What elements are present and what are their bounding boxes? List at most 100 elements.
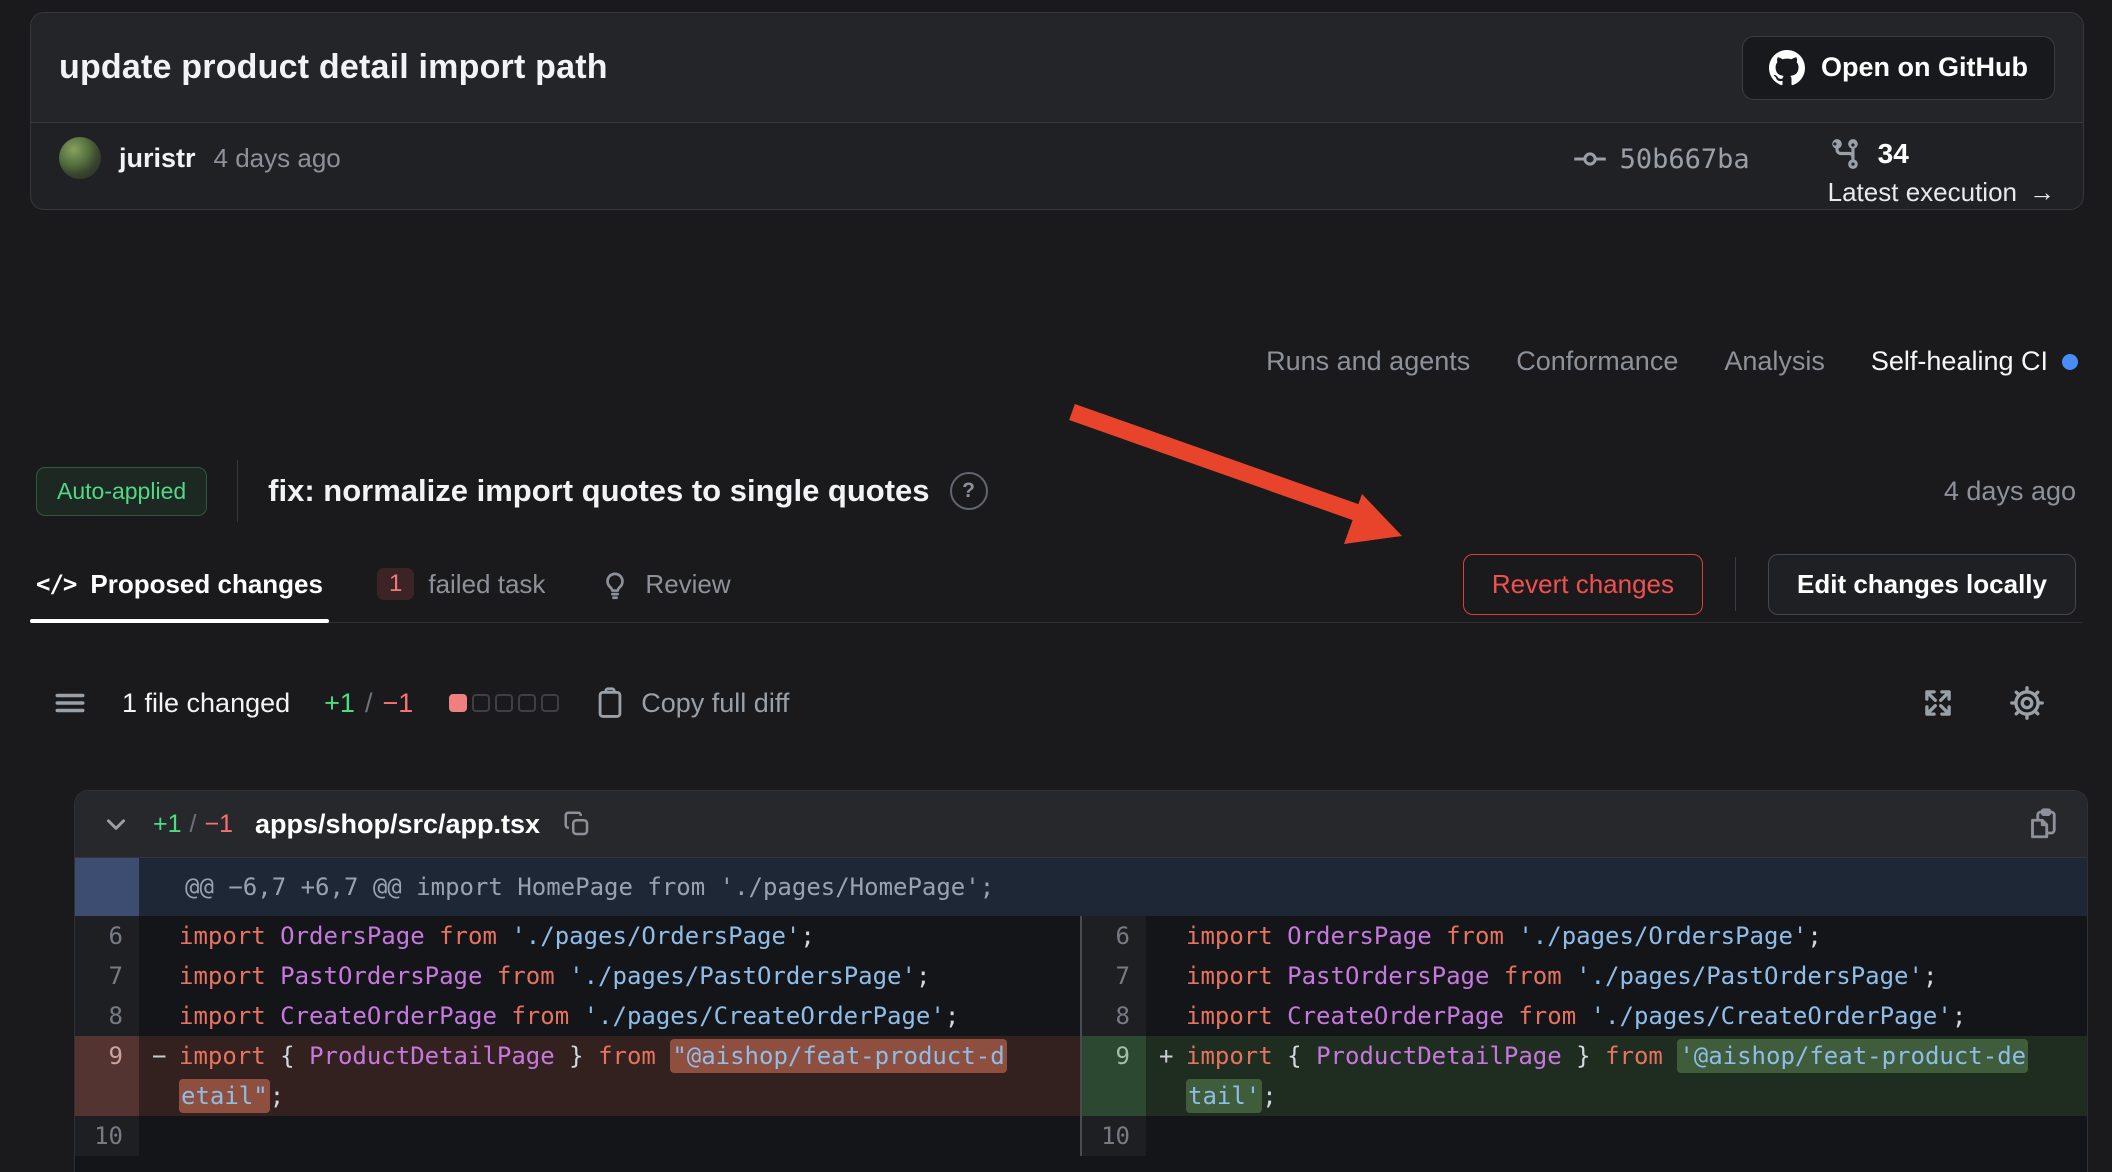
code-row: import { ProductDetailPage } from '@aish… xyxy=(1186,1036,2063,1076)
code-row xyxy=(179,1116,1056,1156)
diff-cell-ctx: 7import PastOrdersPage from './pages/Pas… xyxy=(75,956,1080,996)
hunk-header: @@ −6,7 +6,7 @@ import HomePage from './… xyxy=(75,858,2087,916)
code-token: from xyxy=(511,1002,583,1030)
commit-hash-link[interactable]: 50b667ba xyxy=(1572,141,1750,177)
code-token: import xyxy=(179,1042,280,1070)
line-number: 8 xyxy=(1082,996,1146,1036)
code-token: ; xyxy=(1952,1002,1966,1030)
tab-proposed-changes[interactable]: </> Proposed changes xyxy=(36,546,323,622)
commit-card-body: juristr 4 days ago 50b667ba 34 Latest ex… xyxy=(31,123,2083,208)
file-header: +1 / −1 apps/shop/src/app.tsx xyxy=(75,791,2087,858)
line-number: 10 xyxy=(75,1116,139,1156)
nav-item-conformance[interactable]: Conformance xyxy=(1516,346,1678,377)
code-row: import { ProductDetailPage } from "@aish… xyxy=(179,1036,1056,1076)
copy-full-diff-label: Copy full diff xyxy=(641,688,789,719)
diff-lines: 6 import OrdersPage from './pages/OrdersP… xyxy=(75,916,2087,1156)
line-number: 10 xyxy=(1082,1116,1146,1156)
arrow-right-icon: → xyxy=(2029,177,2055,208)
diff-ratio-squares xyxy=(449,694,559,712)
fix-time: 4 days ago xyxy=(1944,476,2076,507)
file-additions: +1 xyxy=(153,810,182,839)
code-token: { xyxy=(1287,1042,1316,1070)
code-token: } xyxy=(555,1042,598,1070)
nav-item-self-healing-ci[interactable]: Self-healing CI xyxy=(1871,346,2078,377)
code-token: './pages/PastOrdersPage' xyxy=(569,962,916,990)
code-line: −import { ProductDetailPage } from "@ais… xyxy=(139,1036,1080,1116)
code-token: PastOrdersPage xyxy=(1287,962,1504,990)
tab-failed-task-label: failed task xyxy=(428,569,545,600)
code-token: CreateOrderPage xyxy=(1287,1002,1518,1030)
diff-sign: − xyxy=(152,1036,166,1076)
latest-execution-link[interactable]: Latest execution → xyxy=(1828,177,2055,208)
code-token: './pages/OrdersPage' xyxy=(511,922,800,950)
code-token: './pages/OrdersPage' xyxy=(1518,922,1807,950)
diff-cell-ctx: 6import OrdersPage from './pages/OrdersP… xyxy=(75,916,1080,956)
code-token: ProductDetailPage xyxy=(1316,1042,1562,1070)
line-number: 9 xyxy=(75,1036,139,1116)
chevron-down-icon[interactable] xyxy=(101,809,131,839)
diff-line: 9−import { ProductDetailPage } from "@ai… xyxy=(75,1036,2087,1116)
code-token: from xyxy=(1504,962,1576,990)
ratio-square-empty xyxy=(472,694,490,712)
tab-review-label: Review xyxy=(645,569,730,600)
code-token: import xyxy=(179,922,280,950)
clipboard-paste-icon[interactable] xyxy=(2025,806,2061,842)
file-diff-counts: +1 / −1 xyxy=(153,810,233,839)
code-line: import PastOrdersPage from './pages/Past… xyxy=(139,956,1080,996)
code-token: import xyxy=(1186,1002,1287,1030)
code-token: from xyxy=(497,962,569,990)
nav-item-label: Runs and agents xyxy=(1266,346,1470,377)
code-row: import OrdersPage from './pages/OrdersPa… xyxy=(1186,916,2063,956)
nav-item-runs-and-agents[interactable]: Runs and agents xyxy=(1266,346,1470,377)
tabs-row: </> Proposed changes 1 failed task Revie… xyxy=(30,546,2082,623)
code-token: ; xyxy=(270,1082,284,1110)
nav-item-analysis[interactable]: Analysis xyxy=(1724,346,1825,377)
open-on-github-button[interactable]: Open on GitHub xyxy=(1742,36,2055,100)
gear-icon[interactable] xyxy=(2008,684,2046,722)
clipboard-icon xyxy=(593,686,627,720)
code-token: ; xyxy=(1262,1082,1276,1110)
changed-token: '@aishop/feat-product-de xyxy=(1677,1039,2028,1073)
copy-full-diff-button[interactable]: Copy full diff xyxy=(593,686,789,720)
divider xyxy=(1735,557,1736,611)
code-line: import OrdersPage from './pages/OrdersPa… xyxy=(1146,916,2087,956)
code-token: ; xyxy=(945,1002,959,1030)
separator: / xyxy=(365,688,373,719)
execution-count: 34 xyxy=(1878,138,1909,170)
separator: / xyxy=(190,810,197,839)
revert-changes-button[interactable]: Revert changes xyxy=(1463,554,1703,615)
code-line xyxy=(139,1116,1080,1156)
code-token: ; xyxy=(1923,962,1937,990)
code-token: CreateOrderPage xyxy=(280,1002,511,1030)
edit-changes-locally-button[interactable]: Edit changes locally xyxy=(1768,554,2076,615)
commit-icon xyxy=(1572,141,1608,177)
code-row xyxy=(1186,1116,2063,1156)
line-number: 6 xyxy=(1082,916,1146,956)
page: update product detail import path Open o… xyxy=(0,0,2112,1172)
expand-icon[interactable] xyxy=(1920,685,1956,721)
tab-proposed-changes-label: Proposed changes xyxy=(90,569,323,600)
toolbar-right xyxy=(1920,684,2060,722)
line-number: 7 xyxy=(1082,956,1146,996)
tab-failed-task[interactable]: 1 failed task xyxy=(377,546,545,622)
code-token: import xyxy=(1186,962,1287,990)
code-row: import PastOrdersPage from './pages/Past… xyxy=(1186,956,2063,996)
help-icon[interactable]: ? xyxy=(950,472,988,510)
commit-hash: 50b667ba xyxy=(1620,144,1750,175)
files-changed-label: 1 file changed xyxy=(122,688,290,719)
code-token: from xyxy=(1605,1042,1677,1070)
diff-line: 7import PastOrdersPage from './pages/Pas… xyxy=(75,956,2087,996)
fix-title: fix: normalize import quotes to single q… xyxy=(268,473,929,509)
additions-count: +1 xyxy=(324,688,355,719)
code-token: import xyxy=(1186,922,1287,950)
copy-path-icon[interactable] xyxy=(562,809,592,839)
nav-item-label: Self-healing CI xyxy=(1871,346,2048,377)
code-token: { xyxy=(280,1042,309,1070)
diff-panel: +1 / −1 apps/shop/src/app.tsx @@ −6,7 +6… xyxy=(74,790,2088,1172)
active-tab-indicator xyxy=(30,619,329,623)
code-token: './pages/CreateOrderPage' xyxy=(1591,1002,1952,1030)
tab-review[interactable]: Review xyxy=(599,546,730,622)
code-token: PastOrdersPage xyxy=(280,962,497,990)
code-token: import xyxy=(179,962,280,990)
menu-icon[interactable] xyxy=(52,685,88,721)
